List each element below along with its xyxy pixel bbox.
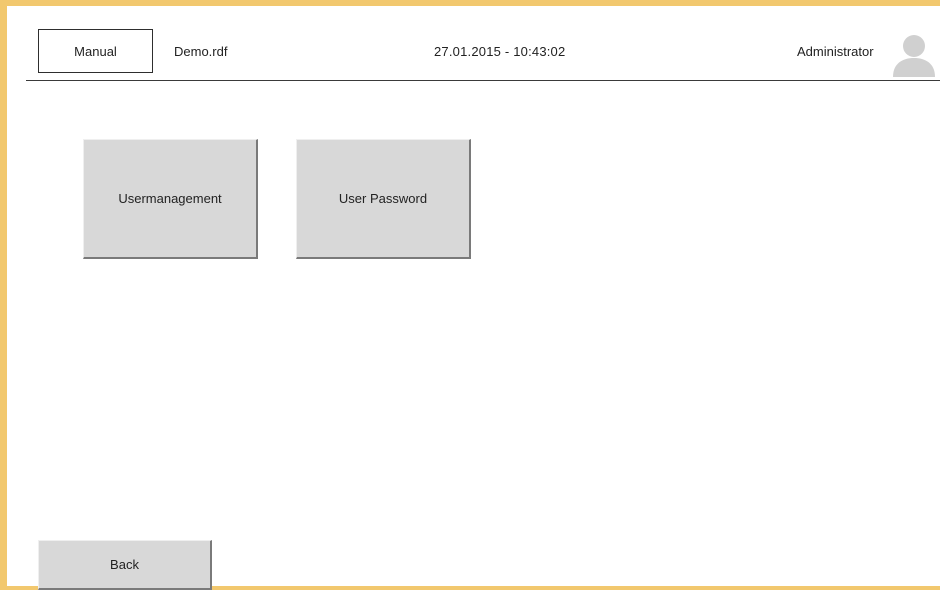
mode-label: Manual — [74, 43, 117, 59]
logged-in-user-name: Administrator — [797, 44, 874, 59]
user-password-button-label: User Password — [338, 191, 428, 206]
back-button[interactable]: Back — [38, 540, 212, 590]
top-status-bar: Manual Demo.rdf 27.01.2015 - 10:43:02 Ad… — [26, 13, 940, 81]
back-button-label: Back — [110, 557, 139, 572]
date-time-display: 27.01.2015 - 10:43:02 — [434, 44, 566, 59]
project-file-name: Demo.rdf — [174, 44, 228, 59]
usermanagement-button-label: Usermanagement — [118, 191, 222, 206]
mode-indicator-button[interactable]: Manual — [38, 29, 153, 73]
user-password-button[interactable]: User Password — [296, 139, 471, 259]
user-avatar-icon[interactable] — [891, 31, 937, 77]
app-window-frame: Manual Demo.rdf 27.01.2015 - 10:43:02 Ad… — [0, 0, 940, 590]
usermanagement-button[interactable]: Usermanagement — [83, 139, 258, 259]
